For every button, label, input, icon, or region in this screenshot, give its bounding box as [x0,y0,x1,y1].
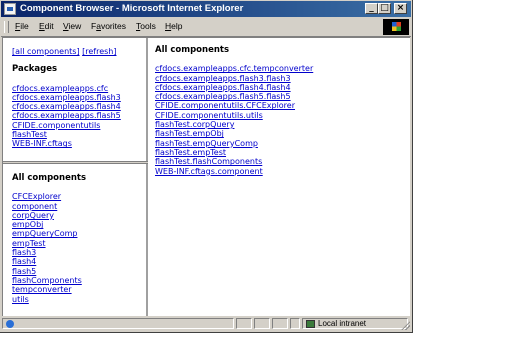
qualified-component-link[interactable]: flashTest.empTest [155,148,405,157]
component-link[interactable]: flash3 [12,248,142,257]
nav-links: [all components] [refresh] [12,47,142,56]
package-link[interactable]: WEB-INF.cftags [12,139,142,148]
menu-grip[interactable] [4,21,9,33]
refresh-link[interactable]: [refresh] [82,47,116,56]
status-cell-1 [236,318,252,329]
frame-splitter[interactable] [3,161,148,164]
packages-heading: Packages [12,64,58,75]
ie-page-icon[interactable] [4,3,16,15]
package-link[interactable]: cfdocs.exampleapps.flash4 [12,102,142,111]
qualified-component-link[interactable]: cfdocs.exampleapps.flash3.flash3 [155,74,405,83]
component-link[interactable]: empTest [12,239,142,248]
qualified-component-link[interactable]: flashTest.flashComponents [155,157,405,166]
status-cell-3 [272,318,288,329]
component-link[interactable]: corpQuery [12,211,142,220]
qualified-component-link[interactable]: flashTest.corpQuery [155,120,405,129]
component-link[interactable]: flash4 [12,257,142,266]
component-link[interactable]: tempconverter [12,285,142,294]
menu-edit[interactable]: Edit [39,21,54,31]
component-link[interactable]: empQueryComp [12,229,142,238]
status-cell-2 [254,318,270,329]
menu-file[interactable]: File [15,21,29,31]
packages-frame: [all components] [refresh] Packages cfdo… [12,47,142,149]
qualified-component-link[interactable]: flashTest.empQueryComp [155,139,405,148]
component-link[interactable]: flashComponents [12,276,142,285]
components-frame: All components CFCExplorer component corpQ… [12,173,142,304]
zone-cell: Local intranet [302,318,408,329]
title-bar[interactable]: Component Browser - Microsoft Internet E… [1,1,411,17]
component-link[interactable]: empObj [12,220,142,229]
ie-globe-icon [6,320,14,328]
browser-window: Component Browser - Microsoft Internet E… [0,0,413,333]
package-link[interactable]: cfdocs.exampleapps.flash3 [12,93,142,102]
zone-label: Local intranet [318,319,367,328]
main-heading: All components [155,45,230,55]
document-area: [all components] [refresh] Packages cfdo… [2,37,410,316]
menu-tools[interactable]: Tools [136,21,156,31]
package-link[interactable]: cfdocs.exampleapps.flash5 [12,111,142,120]
close-button[interactable]: × [394,3,407,14]
status-cell-4 [290,318,300,329]
menu-bar: File Edit View Favorites Tools Help [1,18,411,37]
maximize-button[interactable]: □ [378,3,391,14]
component-link[interactable]: component [12,202,142,211]
full-components-list: cfdocs.exampleapps.cfc.tempconverter cfdo… [155,64,405,176]
packages-list: cfdocs.exampleapps.cfc cfdocs.exampleapps… [12,84,142,149]
windows-logo-icon [383,19,409,35]
component-link[interactable]: utils [12,295,142,304]
qualified-component-link[interactable]: CFIDE.componentutils.utils [155,111,405,120]
components-list: CFCExplorer component corpQuery empObj empQu… [12,192,142,304]
qualified-component-link[interactable]: flashTest.empObj [155,129,405,138]
menu-favorites[interactable]: Favorites [91,21,126,31]
package-link[interactable]: cfdocs.exampleapps.cfc [12,84,142,93]
component-link[interactable]: CFCExplorer [12,192,142,201]
qualified-component-link[interactable]: cfdocs.exampleapps.flash5.flash5 [155,92,405,101]
left-frames: [all components] [refresh] Packages cfdo… [3,38,148,316]
status-bar: Local intranet [1,316,411,331]
window-title: Component Browser - Microsoft Internet E… [20,3,244,14]
status-text-cell [2,318,234,329]
qualified-component-link[interactable]: cfdocs.exampleapps.cfc.tempconverter [155,64,405,73]
all-components-link[interactable]: [all components] [12,47,80,56]
qualified-component-link[interactable]: WEB-INF.cftags.component [155,167,405,176]
menu-help[interactable]: Help [165,21,182,31]
package-link[interactable]: flashTest [12,130,142,139]
minimize-button[interactable]: _ [365,3,378,14]
qualified-component-link[interactable]: cfdocs.exampleapps.flash4.flash4 [155,83,405,92]
component-link[interactable]: flash5 [12,267,142,276]
all-components-heading: All components [12,173,87,183]
main-frame: All components cfdocs.exampleapps.cfc.te… [155,45,405,176]
resize-grip[interactable] [401,321,410,330]
menu-view[interactable]: View [63,21,81,31]
intranet-zone-icon [306,320,315,328]
qualified-component-link[interactable]: CFIDE.componentutils.CFCExplorer [155,101,405,110]
package-link[interactable]: CFIDE.componentutils [12,121,142,130]
